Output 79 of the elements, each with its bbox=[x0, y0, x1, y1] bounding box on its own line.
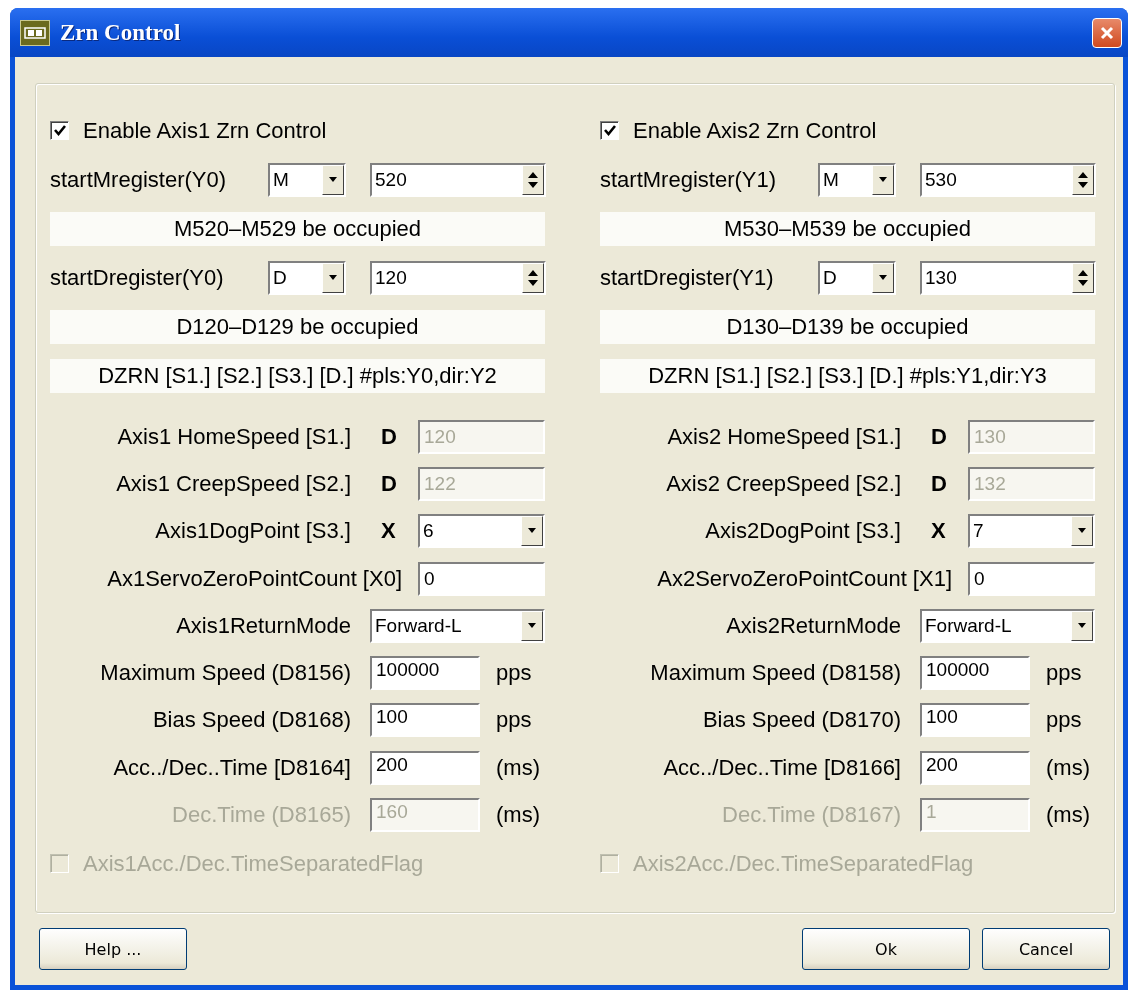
help-button[interactable]: Help ... bbox=[39, 928, 187, 970]
window-title: Zrn Control bbox=[60, 19, 182, 46]
register-label: startDregister(Y1) bbox=[600, 264, 775, 291]
app-icon bbox=[20, 19, 50, 46]
param-label: Ax2ServoZeroPointCount [X1] bbox=[656, 565, 953, 592]
param-label: Axis1ReturnMode bbox=[175, 612, 352, 639]
device-letter: X bbox=[930, 518, 947, 545]
value-field[interactable]: 100000 bbox=[920, 656, 1030, 691]
register-type-dropdown[interactable]: D bbox=[818, 260, 896, 295]
mode-dropdown[interactable]: Forward-L bbox=[920, 608, 1095, 643]
spin-arrows-icon[interactable] bbox=[1072, 164, 1094, 195]
occupied-note: M530–M539 be occupied bbox=[600, 211, 1095, 246]
param-label: Axis1 HomeSpeed [S1.] bbox=[116, 423, 352, 450]
spin-arrows-icon[interactable] bbox=[522, 262, 544, 293]
param-label: Axis2DogPoint [S3.] bbox=[704, 518, 902, 545]
unit-label: (ms) bbox=[496, 754, 540, 781]
device-letter: D bbox=[380, 423, 398, 450]
cancel-button[interactable]: Cancel bbox=[982, 928, 1110, 970]
checkbox[interactable] bbox=[50, 121, 69, 140]
register-label: startMregister(Y1) bbox=[600, 166, 778, 193]
param-label: Axis2 CreepSpeed [S2.] bbox=[665, 470, 902, 497]
register-type-dropdown[interactable]: M bbox=[268, 162, 346, 197]
unit-label: (ms) bbox=[1046, 754, 1090, 781]
param-label: Bias Speed (D8168) bbox=[151, 707, 352, 734]
param-label: Axis2 HomeSpeed [S1.] bbox=[666, 423, 902, 450]
unit-label: pps bbox=[1046, 707, 1082, 734]
device-letter: D bbox=[380, 470, 398, 497]
register-type-dropdown[interactable]: M bbox=[818, 162, 896, 197]
param-label: Axis1 CreepSpeed [S2.] bbox=[115, 470, 352, 497]
param-label: Maximum Speed (D8156) bbox=[99, 660, 352, 687]
register-spin-field[interactable]: 530 bbox=[920, 162, 1096, 197]
param-label: Acc../Dec..Time [D8166] bbox=[662, 754, 902, 781]
unit-label: pps bbox=[496, 660, 532, 687]
value-field[interactable]: 100 bbox=[920, 703, 1030, 738]
value-field[interactable]: 0 bbox=[418, 561, 545, 596]
register-spin-field[interactable]: 520 bbox=[370, 162, 546, 197]
param-label: Dec.Time (D8165) bbox=[171, 802, 352, 828]
unit-label: (ms) bbox=[1046, 802, 1090, 828]
spin-arrows-icon[interactable] bbox=[522, 164, 544, 195]
checkbox-label: Axis1Acc./Dec.TimeSeparatedFlag bbox=[83, 850, 424, 877]
register-spin-field[interactable]: 120 bbox=[370, 260, 546, 295]
value-field[interactable]: 200 bbox=[920, 750, 1030, 785]
unit-label: pps bbox=[1046, 660, 1082, 687]
spin-arrows-icon[interactable] bbox=[1072, 262, 1094, 293]
value-field[interactable]: 100000 bbox=[370, 656, 480, 691]
ok-button[interactable]: Ok bbox=[802, 928, 970, 970]
checkbox[interactable] bbox=[600, 121, 619, 140]
device-letter: D bbox=[930, 470, 948, 497]
param-label: Dec.Time (D8167) bbox=[721, 802, 902, 828]
checkbox-label: Enable Axis1 Zrn Control bbox=[83, 117, 327, 144]
instruction-text: DZRN [S1.] [S2.] [S3.] [D.] #pls:Y1,dir:Y3 bbox=[600, 358, 1095, 393]
occupied-note: D120–D129 be occupied bbox=[50, 309, 545, 344]
param-label: Bias Speed (D8170) bbox=[701, 707, 902, 734]
occupied-note: D130–D139 be occupied bbox=[600, 309, 1095, 344]
param-label: Maximum Speed (D8158) bbox=[649, 660, 902, 687]
device-letter: X bbox=[380, 518, 397, 545]
unit-label: pps bbox=[496, 707, 532, 734]
register-spin-field[interactable]: 130 bbox=[920, 260, 1096, 295]
value-field[interactable]: 200 bbox=[370, 750, 480, 785]
register-label: startDregister(Y0) bbox=[50, 264, 225, 291]
value-dropdown[interactable]: 6 bbox=[418, 514, 545, 549]
param-label: Ax1ServoZeroPointCount [X0] bbox=[106, 565, 403, 592]
unit-label: (ms) bbox=[496, 802, 540, 828]
close-icon[interactable] bbox=[1099, 24, 1115, 41]
occupied-note: M520–M529 be occupied bbox=[50, 211, 545, 246]
param-label: Axis1DogPoint [S3.] bbox=[154, 518, 352, 545]
device-letter: D bbox=[930, 423, 948, 450]
value-dropdown[interactable]: 7 bbox=[968, 514, 1095, 549]
value-field[interactable]: 100 bbox=[370, 703, 480, 738]
mode-dropdown[interactable]: Forward-L bbox=[370, 608, 545, 643]
checkbox-label: Enable Axis2 Zrn Control bbox=[633, 117, 877, 144]
close-button[interactable] bbox=[1092, 17, 1122, 48]
instruction-text: DZRN [S1.] [S2.] [S3.] [D.] #pls:Y0,dir:Y2 bbox=[50, 358, 545, 393]
register-type-dropdown[interactable]: D bbox=[268, 260, 346, 295]
param-label: Axis2ReturnMode bbox=[725, 612, 902, 639]
checkbox-label: Axis2Acc./Dec.TimeSeparatedFlag bbox=[633, 850, 974, 877]
param-label: Acc../Dec..Time [D8164] bbox=[112, 754, 352, 781]
value-field[interactable]: 0 bbox=[968, 561, 1095, 596]
register-label: startMregister(Y0) bbox=[50, 166, 228, 193]
